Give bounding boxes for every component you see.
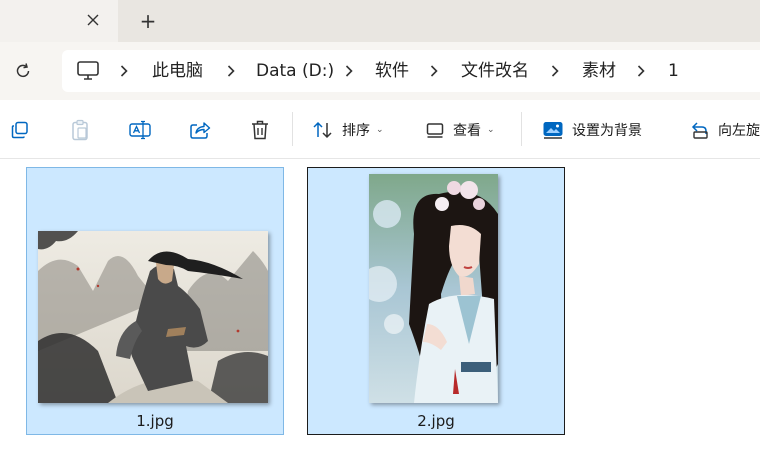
chevron-right-icon[interactable] xyxy=(427,61,441,81)
this-pc-icon[interactable] xyxy=(76,60,100,82)
chevron-right-icon[interactable] xyxy=(548,61,562,81)
file-name: 2.jpg xyxy=(417,412,455,430)
rotate-left-label: 向左旋 xyxy=(718,123,760,139)
tab-strip: + xyxy=(0,0,760,42)
paste-icon xyxy=(72,119,88,141)
chevron-right-icon[interactable] xyxy=(117,61,131,81)
view-button[interactable]: 查看 ⌄ xyxy=(425,118,495,142)
desktop-background-icon xyxy=(543,122,563,139)
breadcrumb-folder-1[interactable]: 1 xyxy=(668,59,679,83)
breadcrumb-software[interactable]: 软件 xyxy=(375,59,409,83)
copy-button[interactable] xyxy=(10,118,30,142)
plus-icon: + xyxy=(139,9,157,33)
sort-icon xyxy=(313,121,332,139)
rotate-left-button[interactable]: 向左旋 xyxy=(690,118,760,142)
chevron-right-icon[interactable] xyxy=(634,61,648,81)
navigation-bar: 此电脑 Data (D:) 软件 文件改名 素材 1 xyxy=(0,42,760,100)
set-as-background-label: 设置为背景 xyxy=(572,123,642,139)
toolbar-divider xyxy=(292,112,293,146)
close-tab-icon[interactable] xyxy=(82,9,104,31)
breadcrumb-this-pc[interactable]: 此电脑 xyxy=(152,59,203,83)
share-button[interactable] xyxy=(189,118,211,142)
set-as-background-button[interactable]: 设置为背景 xyxy=(542,118,642,142)
file-name: 1.jpg xyxy=(136,412,174,430)
trash-icon xyxy=(252,120,268,140)
chevron-right-icon[interactable] xyxy=(342,61,356,81)
sort-label: 排序 xyxy=(342,123,370,139)
file-item[interactable]: 2.jpg xyxy=(307,167,565,435)
paste-button[interactable] xyxy=(70,118,90,142)
copy-icon xyxy=(11,121,28,139)
image-thumbnail xyxy=(38,231,268,403)
chevron-right-icon[interactable] xyxy=(224,61,238,81)
command-bar: 排序 ⌄ 查看 ⌄ 设置为背景 向左旋 xyxy=(0,100,760,159)
image-thumbnail xyxy=(369,174,498,403)
sort-button[interactable]: 排序 ⌄ xyxy=(312,118,384,142)
address-bar[interactable]: 此电脑 Data (D:) 软件 文件改名 素材 1 xyxy=(62,50,760,92)
chevron-down-icon: ⌄ xyxy=(487,125,495,135)
active-tab[interactable] xyxy=(0,0,118,42)
chevron-down-icon: ⌄ xyxy=(376,125,384,135)
refresh-button[interactable] xyxy=(10,59,36,83)
delete-button[interactable] xyxy=(250,118,270,142)
view-label: 查看 xyxy=(453,123,481,139)
breadcrumb-materials[interactable]: 素材 xyxy=(582,59,616,83)
view-icon xyxy=(426,123,444,138)
refresh-icon xyxy=(16,63,30,78)
breadcrumb-data-drive[interactable]: Data (D:) xyxy=(256,59,334,83)
toolbar-divider xyxy=(521,112,522,146)
new-tab-button[interactable]: + xyxy=(136,9,160,33)
share-icon xyxy=(190,122,211,139)
file-view: 1.jpg 2.jpg xyxy=(0,159,760,472)
rename-icon xyxy=(129,120,151,140)
rename-button[interactable] xyxy=(129,118,151,142)
breadcrumb-file-rename[interactable]: 文件改名 xyxy=(461,59,529,83)
file-item[interactable]: 1.jpg xyxy=(26,167,284,435)
rotate-left-icon xyxy=(691,122,708,139)
